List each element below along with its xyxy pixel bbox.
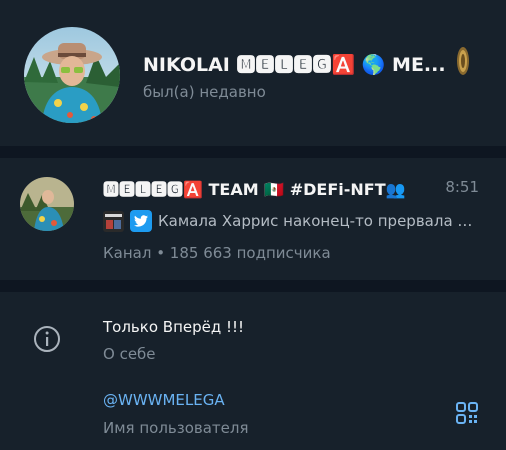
qr-code-icon[interactable] [456,402,478,424]
channel-title: 🅼🅴🅻🅴🅶🅰️ TEAM 🇲🇽 #DEFi-NFT👥 [103,180,406,199]
channel-photo-icon [20,177,74,231]
profile-name-text: NIKOLAI 🅼🅴🅻🅴🅶🅰️ 🌎 ME... [143,53,446,76]
twitter-icon [130,210,152,232]
channel-avatar [20,177,74,231]
profile-status: был(а) недавно [143,83,266,101]
info-icon [33,325,61,353]
channel-subtitle: Канал • 185 663 подписчика [103,244,331,262]
profile-header: NIKOLAI 🅼🅴🅻🅴🅶🅰️ 🌎 ME... был(а) недавно [0,0,506,146]
section-divider [0,280,506,292]
info-section: Только Вперёд !!! О себе @WWWMELEGA Имя … [0,292,506,450]
profile-avatar[interactable] [24,27,120,123]
channel-time: 8:51 [445,178,479,196]
preview-thumbnail-icon [103,210,124,232]
premium-badge-icon[interactable] [456,46,470,76]
section-divider [0,146,506,158]
username-link[interactable]: @WWWMELEGA [103,391,225,409]
about-label: О себе [103,345,156,363]
profile-name: NIKOLAI 🅼🅴🅻🅴🅶🅰️ 🌎 ME... [143,48,478,78]
channel-preview-text: Камала Харрис наконец-то прервала … [158,212,473,230]
avatar-photo-icon [24,27,120,123]
channel-row[interactable]: 🅼🅴🅻🅴🅶🅰️ TEAM 🇲🇽 #DEFi-NFT👥 8:51 Камала Х… [0,158,506,280]
about-value[interactable]: Только Вперёд !!! [103,318,244,336]
username-label: Имя пользователя [103,419,249,437]
channel-preview: Камала Харрис наконец-то прервала … [103,209,483,233]
